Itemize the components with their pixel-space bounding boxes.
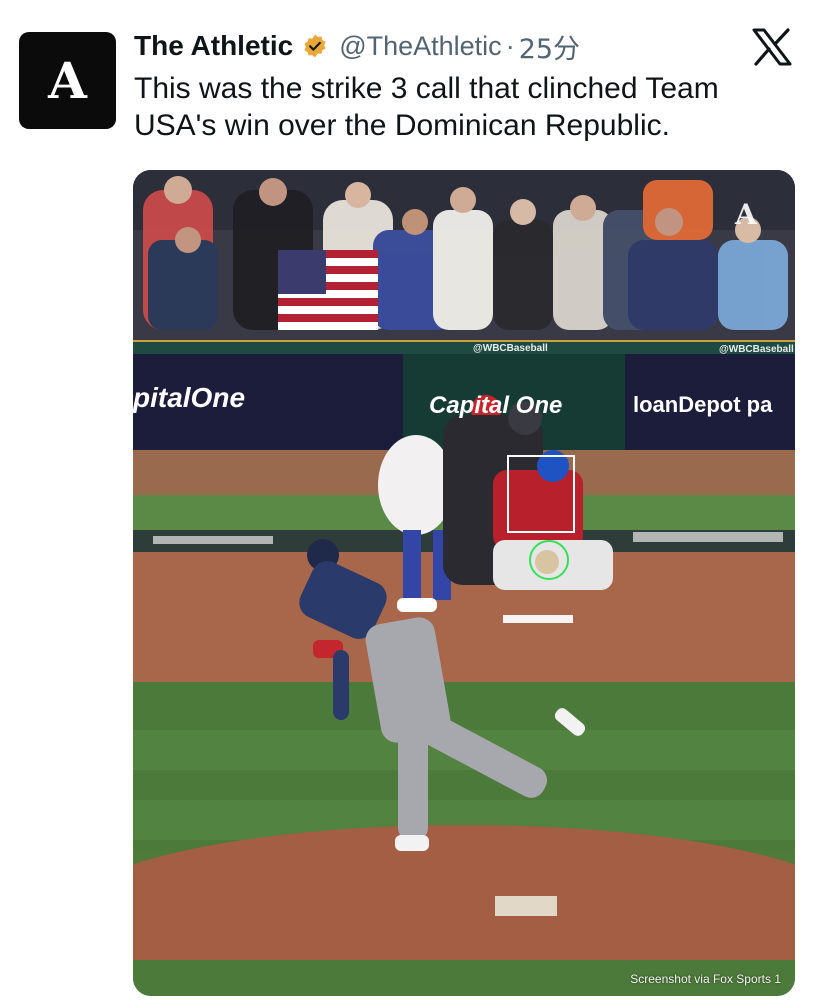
avatar-logo-letter: A: [48, 50, 87, 110]
separator: ·: [505, 30, 515, 61]
baseball-scene: [133, 170, 795, 996]
wbc-handle-center: @WBCBaseball: [473, 343, 548, 354]
us-flag: [278, 250, 378, 330]
avatar[interactable]: A: [19, 32, 116, 129]
media-watermark: A: [735, 198, 757, 231]
ad-board-center: Capital One: [429, 392, 563, 419]
tweet-media-image[interactable]: A pitalOne Capital One loanDepot pa @WBC…: [133, 170, 795, 996]
tweet-text: This was the strike 3 call that clinched…: [134, 72, 719, 142]
ad-board-left: pitalOne: [133, 382, 246, 413]
media-credit: Screenshot via Fox Sports 1: [630, 972, 781, 986]
verified-badge-icon[interactable]: [301, 32, 329, 60]
handle[interactable]: @TheAthletic: [339, 31, 501, 62]
ad-board-right: loanDepot pa: [633, 392, 773, 417]
x-logo-icon[interactable]: [752, 28, 792, 66]
display-name[interactable]: The Athletic: [134, 30, 293, 62]
timestamp[interactable]: 25分: [519, 27, 580, 66]
tweet-header: The Athletic @TheAthletic · 25分: [134, 26, 580, 66]
wbc-handle-right: @WBCBaseball: [719, 344, 794, 355]
crowd: [143, 176, 788, 330]
